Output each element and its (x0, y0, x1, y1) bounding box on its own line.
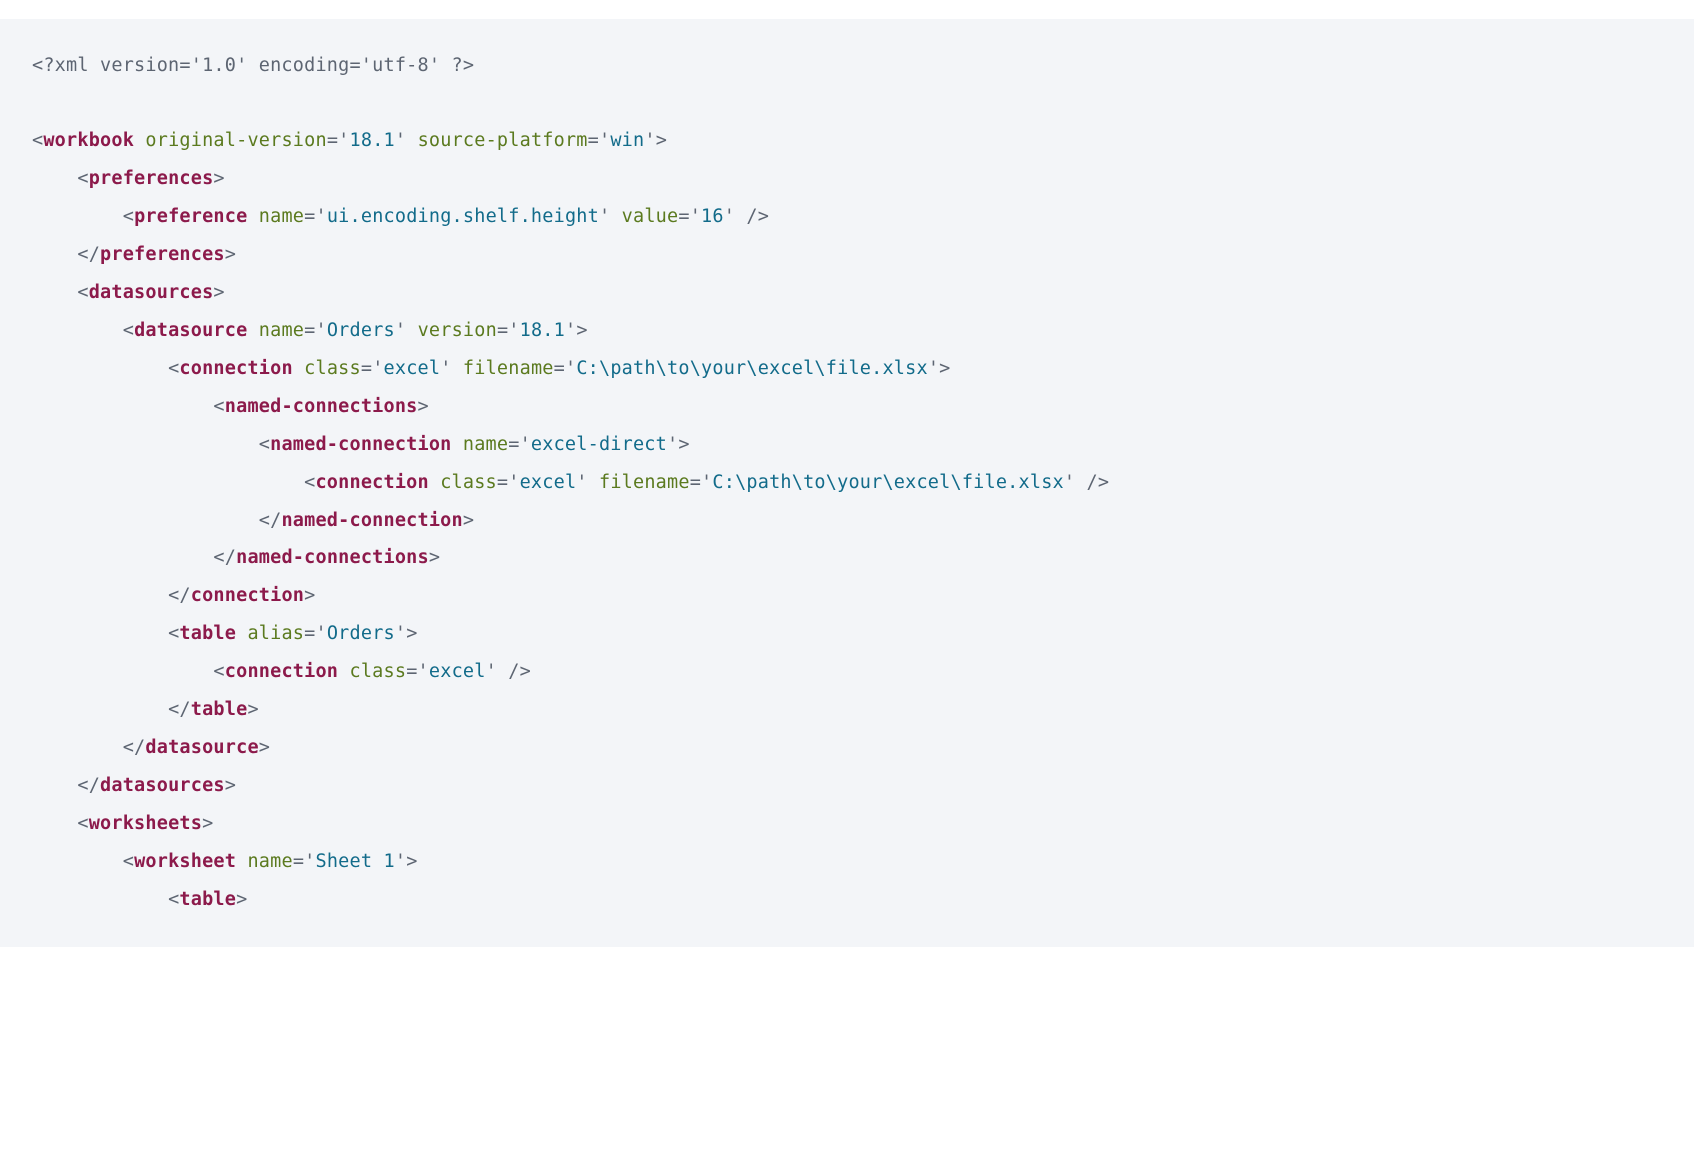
code-line: </datasource> (32, 737, 270, 758)
xml-code-block[interactable]: <?xml version='1.0' encoding='utf-8' ?> … (0, 19, 1694, 947)
code-line: <datasource name='Orders' version='18.1'… (32, 320, 588, 341)
code-line: <connection class='excel' filename='C:\p… (32, 358, 951, 379)
code-line: </table> (32, 699, 259, 720)
code-line: <worksheet name='Sheet 1'> (32, 851, 418, 872)
code-line: <datasources> (32, 282, 225, 303)
code-line: <named-connections> (32, 396, 429, 417)
code-line: <table> (32, 889, 247, 910)
code-line: </connection> (32, 585, 315, 606)
code-line: <worksheets> (32, 813, 213, 834)
code-line: <workbook original-version='18.1' source… (32, 130, 667, 151)
code-line: <table alias='Orders'> (32, 623, 418, 644)
code-line: </named-connections> (32, 547, 440, 568)
code-line: <connection class='excel' filename='C:\p… (32, 472, 1109, 493)
code-line: <named-connection name='excel-direct'> (32, 434, 690, 455)
code-line: </datasources> (32, 775, 236, 796)
code-line: <preference name='ui.encoding.shelf.heig… (32, 206, 769, 227)
code-line: <?xml version='1.0' encoding='utf-8' ?> (32, 55, 474, 76)
code-line: <preferences> (32, 168, 225, 189)
code-line: <connection class='excel' /> (32, 661, 531, 682)
code-line: </named-connection> (32, 510, 474, 531)
code-line: </preferences> (32, 244, 236, 265)
